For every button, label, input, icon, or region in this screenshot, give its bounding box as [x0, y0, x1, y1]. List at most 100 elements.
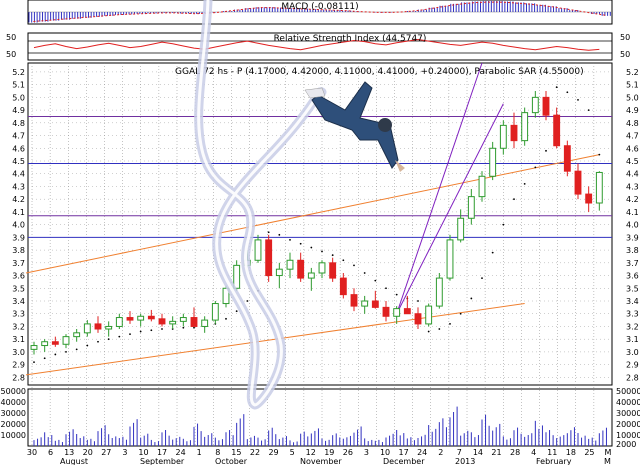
rsi-label: Relative Strength Index (44.5747) [274, 34, 427, 44]
price-tick-right: 4.0 [626, 221, 639, 230]
x-day-tick: 28 [510, 448, 520, 457]
price-tick-left: 5.0 [12, 93, 25, 102]
x-day-tick: 1 [197, 448, 202, 457]
volume-tick-right: 50000 [616, 387, 640, 396]
candle-body [457, 217, 465, 241]
x-month-label: September [140, 457, 185, 465]
x-day-tick: 14 [473, 448, 483, 457]
price-tick-right: 3.8 [626, 246, 639, 255]
sar-dot [86, 344, 89, 347]
sar-dot [107, 338, 110, 341]
price-tick-left: 3.3 [12, 310, 25, 319]
volume-tick-left: 10000 [1, 431, 26, 440]
candle-body [169, 320, 177, 325]
volume-tick-right: 10000 [616, 431, 640, 440]
price-tick-right: 2.8 [626, 373, 639, 382]
x-day-tick: 18 [566, 448, 576, 457]
volume-tick-right: 20000 [616, 420, 640, 429]
candle-body [553, 114, 561, 147]
candle-body [318, 262, 326, 274]
candle-body [30, 345, 38, 350]
price-tick-right: 4.1 [626, 208, 639, 217]
sar-dot [587, 109, 590, 111]
candle-body [435, 277, 443, 307]
rsi-tick-left-2: 50 [6, 50, 16, 59]
volume-tick-left: 50000 [1, 387, 26, 396]
candle-body [499, 124, 507, 149]
sar-dot [65, 351, 67, 353]
candle-body [489, 147, 497, 177]
sar-dot [193, 326, 195, 329]
price-tick-left: 4.4 [12, 170, 25, 179]
x-day-tick: 13 [64, 448, 74, 457]
price-tick-left: 4.0 [12, 221, 25, 230]
price-tick-right: 3.3 [626, 310, 639, 319]
candle-body [563, 145, 571, 172]
sar-dot [331, 254, 334, 257]
candle-body [542, 96, 550, 116]
sar-dot [235, 310, 238, 313]
candle-body [478, 175, 486, 198]
skydiver-head [378, 118, 392, 132]
candle-body [574, 170, 582, 195]
candle-body [115, 317, 123, 327]
price-tick-left: 2.9 [12, 361, 25, 370]
x-day-tick: 29 [268, 448, 278, 457]
candle-body [393, 308, 401, 317]
price-tick-right: 3.0 [626, 348, 639, 357]
candle-body [62, 336, 70, 345]
price-tick-left: 3.4 [12, 297, 25, 306]
sar-dot [470, 297, 473, 300]
price-tick-right: 4.4 [626, 170, 639, 179]
x-day-tick: 3 [364, 448, 369, 457]
price-tick-left: 2.8 [12, 373, 25, 382]
candle-body [531, 96, 539, 114]
candle-body [41, 341, 49, 347]
sar-dot [225, 317, 227, 320]
candle-body [521, 112, 529, 142]
stock-chart: MACD (-0.08111) Relative Strength Index (… [0, 0, 640, 466]
price-tick-right: 2.9 [626, 361, 639, 370]
x-day-tick: 10 [380, 448, 390, 457]
candle-body [105, 325, 113, 330]
sar-dot [321, 250, 323, 253]
price-tick-left: 4.5 [12, 157, 25, 166]
x-month-label: December [383, 457, 425, 465]
sar-dot [427, 330, 430, 333]
sar-dot [534, 166, 537, 169]
rsi-tick-left: 50 [6, 33, 16, 42]
price-tick-right: 4.7 [626, 132, 639, 141]
price-tick-right: 3.4 [626, 297, 639, 306]
price-tick-right: 3.9 [626, 233, 639, 242]
price-tick-right: 4.5 [626, 157, 639, 166]
sar-dot [385, 287, 387, 290]
rsi-tick-right: 50 [620, 33, 630, 42]
sar-dot [566, 91, 569, 94]
sar-dot [555, 86, 558, 89]
candle-body [414, 313, 422, 325]
price-tick-left: 3.8 [12, 246, 25, 255]
candle-body [585, 193, 593, 204]
sar-dot [129, 333, 131, 335]
sar-dot [289, 239, 291, 241]
price-tick-left: 4.7 [12, 132, 25, 141]
candle-body [137, 315, 145, 321]
sar-dot [246, 300, 249, 302]
candle-body [297, 259, 305, 279]
price-tick-left: 4.8 [12, 119, 25, 128]
sar-dot [33, 361, 35, 363]
x-month-label: August [60, 457, 88, 465]
x-day-tick: 21 [491, 448, 501, 457]
sar-dot [395, 293, 398, 296]
macd-label: MACD (-0.08111) [281, 2, 358, 12]
sar-dot [577, 99, 579, 101]
price-tick-left: 5.1 [12, 81, 25, 90]
chart-svg: MACD (-0.08111) Relative Strength Index (… [0, 0, 640, 466]
x-month-label: November [300, 457, 342, 465]
x-day-tick: 8 [215, 448, 220, 457]
candle-body [350, 294, 358, 307]
x-day-tick: 5 [290, 448, 295, 457]
candle-body [425, 305, 433, 325]
sar-dot [545, 149, 547, 152]
sar-dot [310, 246, 313, 249]
